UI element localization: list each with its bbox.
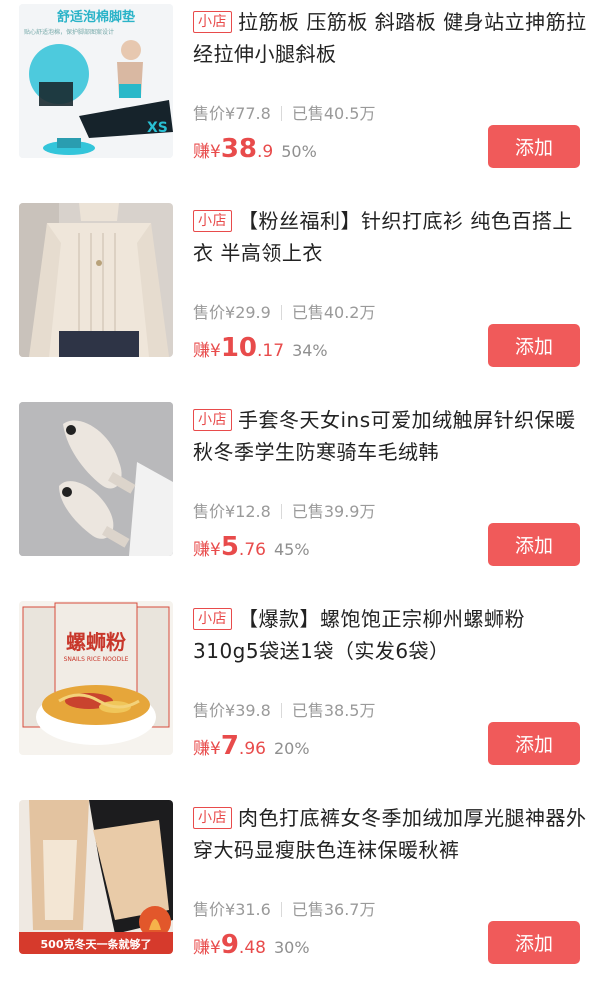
- product-list: 舒适泡棉脚垫 贴心舒适泡棉，保护脚部图案设计 XS 小店 拉筋板 压筋板 斜踏板 …: [0, 0, 600, 982]
- divider: [280, 504, 282, 519]
- earn-label: 赚¥: [193, 739, 221, 759]
- product-title-text: 拉筋板 压筋板 斜踏板 健身站立抻筋拉经拉伸小腿斜板: [193, 10, 587, 66]
- sold-value: 39.9万: [323, 502, 376, 521]
- sold-label: 已售: [291, 303, 324, 322]
- product-meta: 售价¥29.9 已售40.2万: [193, 299, 375, 323]
- image-caption: 500克冬天一条就够了: [41, 937, 152, 951]
- price-value: ¥29.9: [225, 303, 271, 322]
- product-title[interactable]: 小店 【粉丝福利】针织打底衫 纯色百搭上衣 半高领上衣: [193, 205, 588, 269]
- sold-label: 已售: [291, 502, 324, 521]
- product-image-gloves[interactable]: [19, 402, 173, 556]
- shop-tag: 小店: [193, 807, 232, 829]
- price-label: 售价: [193, 701, 226, 720]
- add-button[interactable]: 添加: [488, 324, 580, 367]
- divider: [280, 305, 282, 320]
- commission: 赚¥7.96 20%: [193, 731, 310, 761]
- shop-tag: 小店: [193, 11, 232, 33]
- product-card[interactable]: 小店 手套冬天女ins可爱加绒触屏针织保暖秋冬季学生防寒骑车毛绒韩 售价¥12.8…: [0, 402, 600, 601]
- add-button[interactable]: 添加: [488, 523, 580, 566]
- commission: 赚¥38.9 50%: [193, 134, 317, 164]
- price-value: ¥77.8: [225, 104, 271, 123]
- sold-label: 已售: [291, 701, 324, 720]
- earn-label: 赚¥: [193, 341, 221, 361]
- product-image-snail-noodle[interactable]: 螺蛳粉 SNAILS RICE NOODLE: [19, 601, 173, 755]
- product-card[interactable]: 螺蛳粉 SNAILS RICE NOODLE 小店 【爆款】螺饱饱正宗柳州螺蛳粉3…: [0, 601, 600, 800]
- sold-value: 40.2万: [323, 303, 376, 322]
- image-subcaption: SNAILS RICE NOODLE: [64, 656, 129, 663]
- commission: 赚¥9.48 30%: [193, 930, 310, 960]
- product-title[interactable]: 小店 肉色打底裤女冬季加绒加厚光腿神器外穿大码显瘦肤色连袜保暖秋裤: [193, 802, 588, 866]
- earn-label: 赚¥: [193, 938, 221, 958]
- commission: 赚¥5.76 45%: [193, 532, 310, 562]
- shop-tag: 小店: [193, 409, 232, 431]
- earn-decimal: .76: [238, 540, 266, 560]
- add-button[interactable]: 添加: [488, 125, 580, 168]
- earn-decimal: .96: [238, 739, 266, 759]
- commission-rate: 20%: [273, 739, 310, 758]
- image-caption: 螺蛳粉: [66, 630, 126, 654]
- product-card[interactable]: 500克冬天一条就够了 小店 肉色打底裤女冬季加绒加厚光腿神器外穿大码显瘦肤色连袜…: [0, 800, 600, 999]
- product-photo: 舒适泡棉脚垫 贴心舒适泡棉，保护脚部图案设计 XS: [19, 4, 173, 158]
- add-button[interactable]: 添加: [488, 722, 580, 765]
- product-title-text: 【粉丝福利】针织打底衫 纯色百搭上衣 半高领上衣: [193, 209, 573, 265]
- earn-decimal: .9: [257, 142, 274, 162]
- product-title-text: 【爆款】螺饱饱正宗柳州螺蛳粉310g5袋送1袋（实发6袋）: [193, 607, 525, 663]
- shop-tag: 小店: [193, 608, 232, 630]
- price-value: ¥31.6: [225, 900, 271, 919]
- product-title-text: 手套冬天女ins可爱加绒触屏针织保暖秋冬季学生防寒骑车毛绒韩: [193, 408, 576, 464]
- commission-rate: 45%: [273, 540, 310, 559]
- product-image-stretch-board[interactable]: 舒适泡棉脚垫 贴心舒适泡棉，保护脚部图案设计 XS: [19, 4, 173, 158]
- divider: [280, 703, 282, 718]
- sold-value: 36.7万: [323, 900, 376, 919]
- sold-label: 已售: [291, 900, 324, 919]
- product-photo: 螺蛳粉 SNAILS RICE NOODLE: [19, 601, 173, 755]
- shop-tag: 小店: [193, 210, 232, 232]
- price-label: 售价: [193, 303, 226, 322]
- commission-rate: 50%: [281, 142, 317, 161]
- add-button[interactable]: 添加: [488, 921, 580, 964]
- divider: [280, 106, 282, 121]
- product-card[interactable]: 舒适泡棉脚垫 贴心舒适泡棉，保护脚部图案设计 XS 小店 拉筋板 压筋板 斜踏板 …: [0, 4, 600, 203]
- divider: [280, 902, 282, 917]
- product-meta: 售价¥77.8 已售40.5万: [193, 100, 375, 124]
- image-subcaption: 贴心舒适泡棉，保护脚部图案设计: [24, 28, 114, 36]
- earn-integer: 5: [220, 532, 239, 562]
- price-label: 售价: [193, 104, 226, 123]
- product-image-leggings[interactable]: 500克冬天一条就够了: [19, 800, 173, 954]
- product-meta: 售价¥31.6 已售36.7万: [193, 896, 375, 920]
- product-title[interactable]: 小店 拉筋板 压筋板 斜踏板 健身站立抻筋拉经拉伸小腿斜板: [193, 6, 588, 70]
- price-label: 售价: [193, 502, 226, 521]
- price-value: ¥39.8: [225, 701, 271, 720]
- earn-integer: 10: [220, 333, 258, 363]
- product-photo: [19, 402, 173, 556]
- earn-decimal: .17: [257, 341, 285, 361]
- commission-rate: 34%: [292, 341, 328, 360]
- image-caption: 舒适泡棉脚垫: [57, 9, 135, 25]
- sold-label: 已售: [291, 104, 324, 123]
- commission-rate: 30%: [273, 938, 310, 957]
- commission: 赚¥10.17 34%: [193, 333, 328, 363]
- price-value: ¥12.8: [225, 502, 271, 521]
- product-photo: [19, 203, 173, 357]
- product-image-knit-sweater[interactable]: [19, 203, 173, 357]
- product-photo: 500克冬天一条就够了: [19, 800, 173, 954]
- product-meta: 售价¥39.8 已售38.5万: [193, 697, 375, 721]
- product-title[interactable]: 小店 手套冬天女ins可爱加绒触屏针织保暖秋冬季学生防寒骑车毛绒韩: [193, 404, 588, 468]
- sold-value: 38.5万: [323, 701, 376, 720]
- sold-value: 40.5万: [323, 104, 376, 123]
- image-shirt-text: XS: [147, 120, 168, 136]
- earn-integer: 9: [220, 930, 239, 960]
- product-title-text: 肉色打底裤女冬季加绒加厚光腿神器外穿大码显瘦肤色连袜保暖秋裤: [193, 806, 587, 862]
- product-title[interactable]: 小店 【爆款】螺饱饱正宗柳州螺蛳粉310g5袋送1袋（实发6袋）: [193, 603, 588, 667]
- earn-label: 赚¥: [193, 142, 221, 162]
- price-label: 售价: [193, 900, 226, 919]
- product-meta: 售价¥12.8 已售39.9万: [193, 498, 375, 522]
- product-card[interactable]: 小店 【粉丝福利】针织打底衫 纯色百搭上衣 半高领上衣 售价¥29.9 已售40.2…: [0, 203, 600, 402]
- earn-label: 赚¥: [193, 540, 221, 560]
- earn-integer: 7: [220, 731, 239, 761]
- earn-decimal: .48: [238, 938, 266, 958]
- earn-integer: 38: [220, 134, 258, 164]
